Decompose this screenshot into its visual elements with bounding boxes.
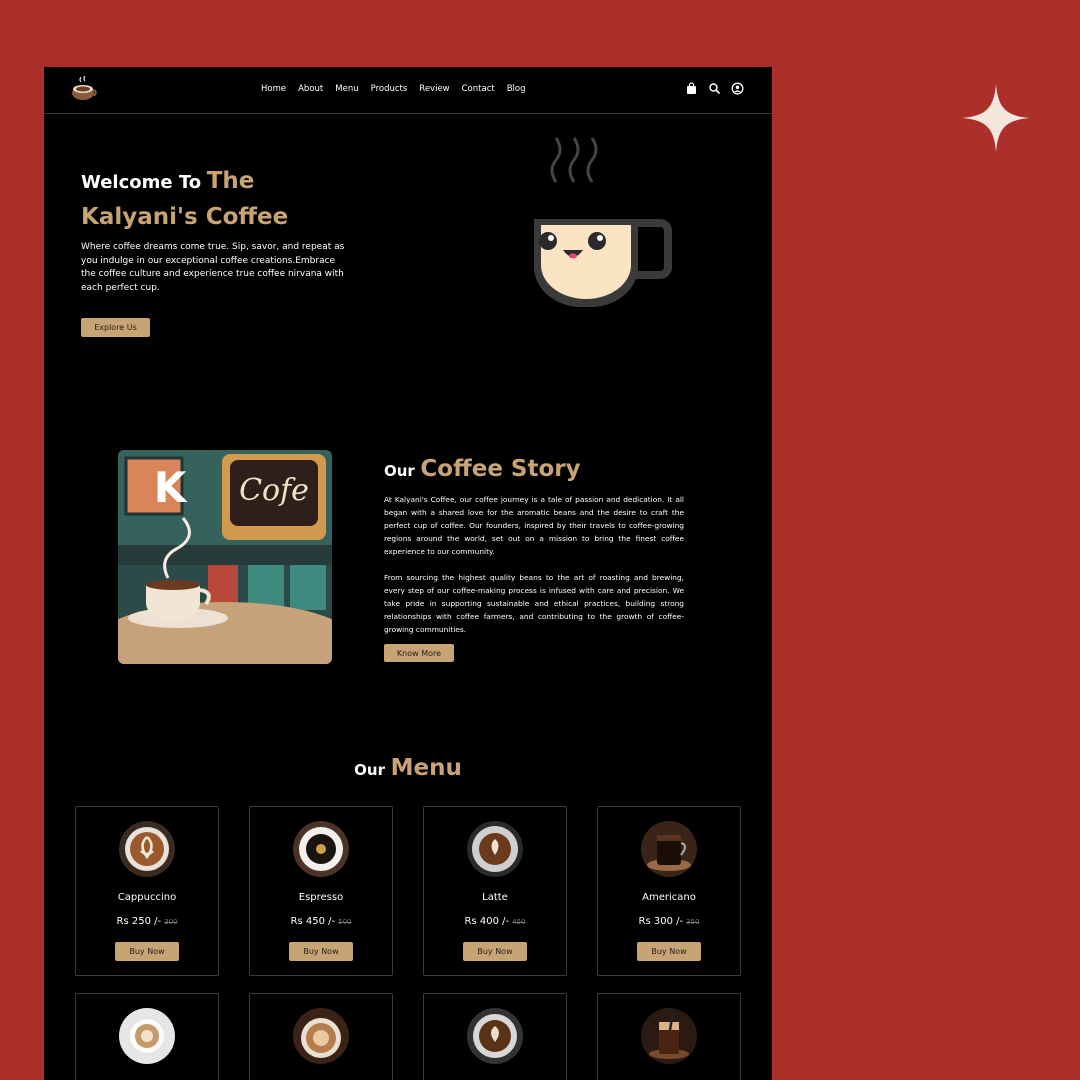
buy-now-button[interactable]: Buy Now xyxy=(115,942,179,961)
menu-item-name: Espresso xyxy=(298,892,344,903)
nav-blog[interactable]: Blog xyxy=(507,84,526,94)
menu-title-prefix: Our xyxy=(354,761,385,779)
menu-item-price: Rs 300 /- 350 xyxy=(598,916,740,927)
mocha-image xyxy=(293,1008,349,1064)
hero-title-brand: Kalyani's Coffee xyxy=(81,204,289,230)
espresso-image xyxy=(293,821,349,877)
nav-contact[interactable]: Contact xyxy=(462,84,495,94)
smiling-coffee-cup-icon xyxy=(533,137,672,307)
website-page: Home About Menu Products Review Contact … xyxy=(44,67,772,1080)
nav-menu[interactable]: Menu xyxy=(335,84,358,94)
menu-item-price: Rs 250 /- 300 xyxy=(76,916,218,927)
story-paragraph-1: At Kalyani's Coffee, our coffee journey … xyxy=(384,495,684,556)
sparkle-icon xyxy=(962,84,1030,152)
current-price: Rs 450 /- xyxy=(290,916,336,927)
shopping-bag-icon[interactable] xyxy=(685,82,698,95)
hero-description: Where coffee dreams come true. Sip, savo… xyxy=(81,242,345,293)
nav-home[interactable]: Home xyxy=(261,84,286,94)
user-icon[interactable] xyxy=(731,82,744,95)
americano-image xyxy=(641,821,697,877)
iced-coffee-image xyxy=(641,1008,697,1064)
menu-title-highlight: Menu xyxy=(390,755,462,781)
cappuccino-image xyxy=(119,821,175,877)
old-price: 350 xyxy=(686,918,700,926)
menu-card xyxy=(597,993,741,1080)
nav-links: Home About Menu Products Review Contact … xyxy=(261,84,538,94)
old-price: 450 xyxy=(512,918,526,926)
story-title-prefix: Our xyxy=(384,462,415,480)
buy-now-button[interactable]: Buy Now xyxy=(289,942,353,961)
know-more-button[interactable]: Know More xyxy=(384,644,454,662)
buy-now-button[interactable]: Buy Now xyxy=(463,942,527,961)
menu-title: Our Menu xyxy=(44,755,772,781)
coffee-cup-image xyxy=(119,1008,175,1064)
flat-white-image xyxy=(467,1008,523,1064)
story-title: Our Coffee Story xyxy=(384,456,581,482)
nav-about[interactable]: About xyxy=(298,84,323,94)
menu-card-americano: Americano Rs 300 /- 350 Buy Now xyxy=(597,806,741,976)
current-price: Rs 250 /- xyxy=(116,916,162,927)
latte-image xyxy=(467,821,523,877)
old-price: 500 xyxy=(338,918,352,926)
hero-title-prefix: Welcome To xyxy=(81,172,202,193)
coffee-shop-image: Cofe K xyxy=(118,450,332,664)
story-title-highlight: Coffee Story xyxy=(420,456,581,482)
menu-item-name: Latte xyxy=(482,892,508,903)
hero-title-the: The xyxy=(206,168,255,194)
menu-item-price: Rs 450 /- 500 xyxy=(250,916,392,927)
search-icon[interactable] xyxy=(708,82,721,95)
current-price: Rs 400 /- xyxy=(464,916,510,927)
nav-icons xyxy=(685,82,744,95)
hero-title: Welcome To The Kalyani's Coffee xyxy=(81,164,288,236)
story-text: At Kalyani's Coffee, our coffee journey … xyxy=(384,493,684,649)
menu-card-latte: Latte Rs 400 /- 450 Buy Now xyxy=(423,806,567,976)
image-letter-text: K xyxy=(154,463,188,512)
explore-us-button[interactable]: Explore Us xyxy=(81,318,150,337)
old-price: 300 xyxy=(164,918,178,926)
menu-card-cappuccino: Cappuccino Rs 250 /- 300 Buy Now xyxy=(75,806,219,976)
image-sign-text: Cofe xyxy=(239,473,309,508)
menu-item-name: Americano xyxy=(642,892,696,903)
story-paragraph-2: From sourcing the highest quality beans … xyxy=(384,573,684,634)
buy-now-button[interactable]: Buy Now xyxy=(637,942,701,961)
menu-card xyxy=(75,993,219,1080)
menu-card xyxy=(423,993,567,1080)
navbar: Home About Menu Products Review Contact … xyxy=(44,67,772,114)
logo-icon[interactable] xyxy=(70,75,98,103)
menu-item-price: Rs 400 /- 450 xyxy=(424,916,566,927)
nav-review[interactable]: Review xyxy=(419,84,449,94)
menu-card xyxy=(249,993,393,1080)
current-price: Rs 300 /- xyxy=(638,916,684,927)
menu-card-espresso: Espresso Rs 450 /- 500 Buy Now xyxy=(249,806,393,976)
menu-item-name: Cappuccino xyxy=(117,892,177,903)
nav-products[interactable]: Products xyxy=(371,84,408,94)
